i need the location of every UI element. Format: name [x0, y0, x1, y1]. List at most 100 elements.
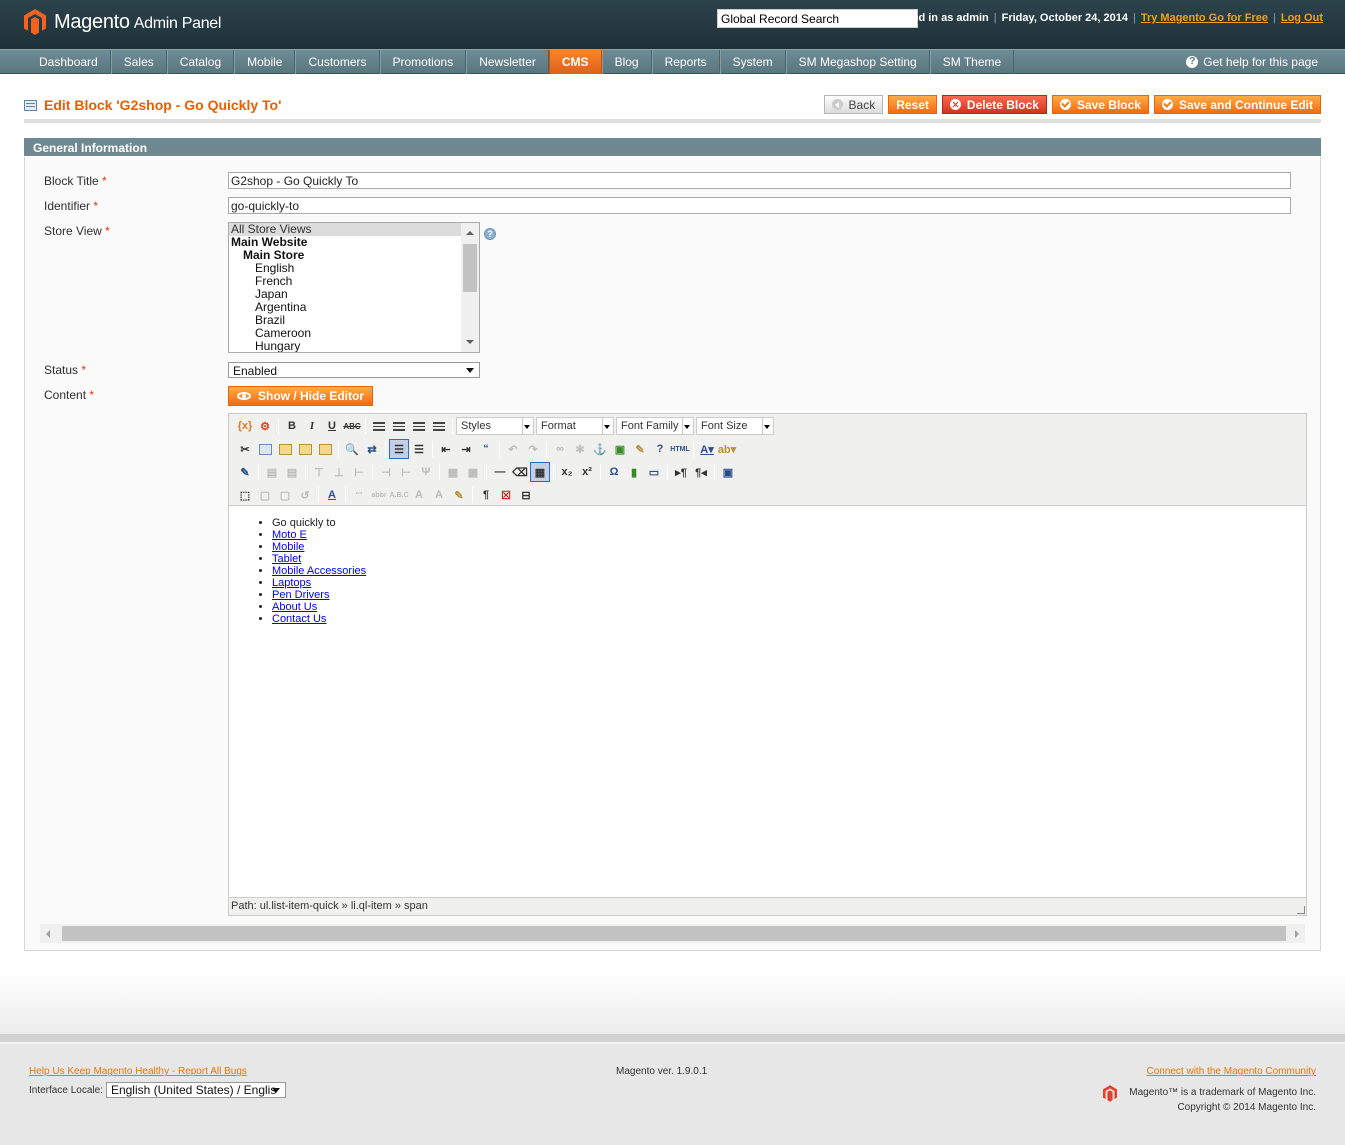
acronym-icon[interactable]: A.B.C — [389, 485, 409, 505]
logout-link[interactable]: Log Out — [1281, 12, 1323, 24]
quick-link[interactable]: Mobile — [272, 541, 304, 553]
anchor-icon[interactable]: ⚓ — [590, 439, 610, 459]
media-icon[interactable]: ▮ — [624, 462, 644, 482]
background-color-icon[interactable]: ab▾ — [717, 439, 737, 459]
rtl-icon[interactable]: ¶◂ — [691, 462, 711, 482]
unlink-icon[interactable]: ✻ — [570, 439, 590, 459]
quick-link[interactable]: Contact Us — [272, 613, 326, 625]
insert-col-before-icon[interactable]: ⊣ — [376, 462, 396, 482]
cut-icon[interactable]: ✂ — [235, 439, 255, 459]
subscript-icon[interactable]: x₂ — [557, 462, 577, 482]
delete-row-icon[interactable]: ⊢ — [349, 462, 369, 482]
save-continue-button[interactable]: Save and Continue Edit — [1153, 95, 1321, 114]
quick-link[interactable]: Laptops — [272, 577, 311, 589]
scroll-thumb[interactable] — [463, 244, 477, 292]
delete-col-icon[interactable]: Ψ — [416, 462, 436, 482]
nav-item-blog[interactable]: Blog — [601, 50, 652, 74]
nav-item-system[interactable]: System — [719, 50, 786, 74]
attribs-icon[interactable]: ✎ — [449, 485, 469, 505]
store-view-multiselect[interactable]: All Store Views Main Website Main Store Eng… — [228, 222, 480, 353]
quick-link[interactable]: About Us — [272, 601, 317, 613]
quick-link[interactable]: Moto E — [272, 529, 307, 541]
ltr-icon[interactable]: ▸¶ — [671, 462, 691, 482]
align-left-icon[interactable] — [369, 416, 389, 436]
insert-layer-icon[interactable]: ⬚ — [235, 485, 255, 505]
move-backward-icon[interactable]: ▢ — [275, 485, 295, 505]
insert-col-after-icon[interactable]: ⊢ — [396, 462, 416, 482]
report-bugs-link[interactable]: Help Us Keep Magento Healthy - Report Al… — [29, 1066, 247, 1077]
italic-icon[interactable]: I — [302, 416, 322, 436]
move-forward-icon[interactable]: ▢ — [255, 485, 275, 505]
nav-item-sm-megashop-setting[interactable]: SM Megashop Setting — [785, 50, 930, 74]
nav-item-sales[interactable]: Sales — [110, 50, 167, 74]
copy-icon[interactable] — [255, 439, 275, 459]
format-select[interactable]: Format — [536, 417, 614, 435]
nav-item-newsletter[interactable]: Newsletter — [466, 50, 549, 74]
strikethrough-icon[interactable]: ABC — [342, 416, 362, 436]
table-row-props-icon[interactable]: ▤ — [262, 462, 282, 482]
visual-chars-icon[interactable]: ¶ — [476, 485, 496, 505]
try-magento-go-link[interactable]: Try Magento Go for Free — [1141, 12, 1268, 24]
save-block-button[interactable]: Save Block — [1051, 95, 1149, 114]
remove-format-icon[interactable]: ⌫ — [510, 462, 530, 482]
nav-item-sm-theme[interactable]: SM Theme — [929, 50, 1015, 74]
horizontal-scrollbar[interactable] — [40, 924, 1305, 943]
align-center-icon[interactable] — [389, 416, 409, 436]
bold-icon[interactable]: B — [282, 416, 302, 436]
styleprops-icon[interactable]: A — [322, 485, 342, 505]
paste-word-icon[interactable] — [315, 439, 335, 459]
nav-item-reports[interactable]: Reports — [651, 50, 720, 74]
blockquote-icon[interactable]: “ — [476, 439, 496, 459]
underline-icon[interactable]: U — [322, 416, 342, 436]
absolute-icon[interactable]: ↺ — [295, 485, 315, 505]
text-color-icon[interactable]: A▾ — [697, 439, 717, 459]
special-char-icon[interactable]: Ω — [604, 462, 624, 482]
back-button[interactable]: Back — [823, 95, 884, 114]
horizontal-rule-icon[interactable]: — — [490, 462, 510, 482]
link-icon[interactable]: ∞ — [550, 439, 570, 459]
bullet-list-icon[interactable]: ☰ — [389, 439, 409, 459]
find-icon[interactable]: 🔍 — [342, 439, 362, 459]
scroll-up-icon[interactable] — [466, 231, 474, 235]
del-icon[interactable]: A — [409, 485, 429, 505]
align-right-icon[interactable] — [409, 416, 429, 436]
visual-aid-icon[interactable]: ▦ — [530, 462, 550, 482]
community-link[interactable]: Connect with the Magento Community — [1146, 1066, 1316, 1077]
insert-widget-icon[interactable]: ⚙ — [255, 416, 275, 436]
split-cells-icon[interactable]: ▦ — [443, 462, 463, 482]
image-icon[interactable]: ▣ — [610, 439, 630, 459]
nonbreaking-icon[interactable]: ☒ — [496, 485, 516, 505]
undo-icon[interactable]: ↶ — [503, 439, 523, 459]
locale-select[interactable]: English (United States) / Englis — [105, 1082, 286, 1098]
scroll-down-icon[interactable] — [466, 340, 474, 344]
scroll-right-icon[interactable] — [1295, 930, 1299, 938]
cleanup-icon[interactable]: ✎ — [630, 439, 650, 459]
magento-logo[interactable]: Magento Admin Panel — [24, 9, 221, 35]
reset-button[interactable]: Reset — [888, 95, 937, 114]
quick-link[interactable]: Tablet — [272, 553, 301, 565]
replace-icon[interactable]: ⇄ — [362, 439, 382, 459]
abbr-icon[interactable]: abbr — [369, 485, 389, 505]
advanced-hr-icon[interactable]: ▭ — [644, 462, 664, 482]
html-source-icon[interactable]: HTML — [670, 439, 690, 459]
align-justify-icon[interactable] — [429, 416, 449, 436]
outdent-icon[interactable]: ⇤ — [436, 439, 456, 459]
styles-select[interactable]: Styles — [456, 417, 534, 435]
cite-icon[interactable]: “” — [349, 485, 369, 505]
insert-row-before-icon[interactable]: ⊤ — [309, 462, 329, 482]
help-icon[interactable]: ? — [650, 439, 670, 459]
status-select[interactable]: Enabled — [228, 362, 480, 378]
nav-item-dashboard[interactable]: Dashboard — [27, 50, 111, 74]
ins-icon[interactable]: A — [429, 485, 449, 505]
edit-css-icon[interactable]: ✎ — [235, 462, 255, 482]
quick-link[interactable]: Mobile Accessories — [272, 565, 366, 577]
scroll-thumb[interactable] — [62, 926, 1286, 941]
editor-content-area[interactable]: Go quickly toMoto EMobileTabletMobile Ac… — [229, 507, 1306, 897]
font-size-select[interactable]: Font Size — [696, 417, 774, 435]
insert-variable-icon[interactable]: {x} — [235, 416, 255, 436]
merge-cells-icon[interactable]: ▦ — [463, 462, 483, 482]
nav-item-mobile[interactable]: Mobile — [234, 50, 296, 74]
redo-icon[interactable]: ↷ — [523, 439, 543, 459]
pagebreak-icon[interactable]: ⊟ — [516, 485, 536, 505]
nav-item-cms[interactable]: CMS — [548, 50, 602, 74]
